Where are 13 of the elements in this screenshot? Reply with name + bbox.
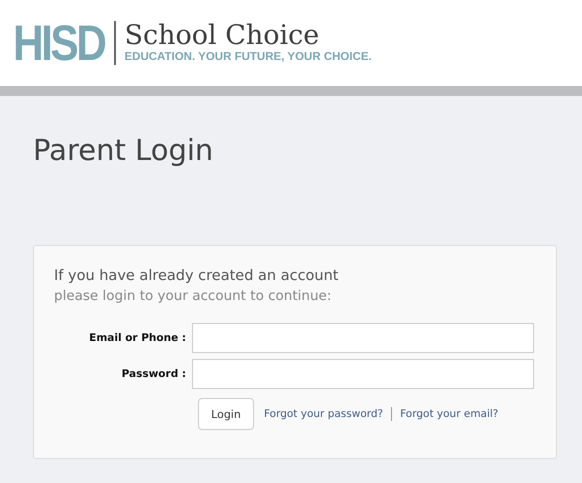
input-field[interactable] [192,359,534,389]
page-title: Parent Login [33,136,214,165]
logo-title: School Choice [124,21,320,51]
tagline: EDUCATION. YOUR FUTURE, YOUR CHOICE. [124,50,372,65]
intro-text: If you have already created an account [54,268,340,284]
field-label: Password : [120,368,188,380]
logo-mark: HISD [13,18,104,68]
input-field[interactable] [192,323,534,353]
field-label: Email or Phone : [88,332,188,344]
instruction-text: please login to your account to continue: [54,288,332,304]
forgot-link[interactable]: Forgot your password? [264,408,384,420]
forgot-link[interactable]: Forgot your email? [400,408,498,420]
login-button[interactable]: Login [198,398,254,430]
